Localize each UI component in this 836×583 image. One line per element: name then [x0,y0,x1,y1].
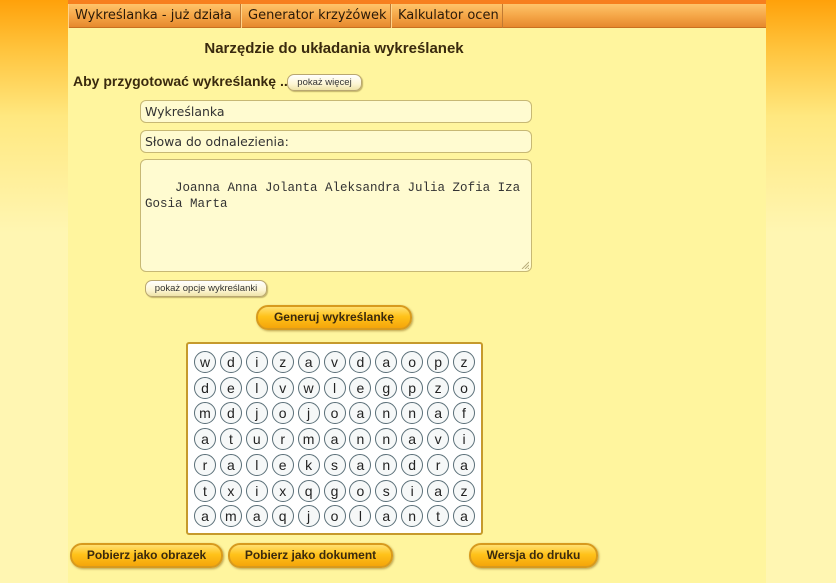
grid-cell: d [349,351,372,373]
grid-cell: p [401,376,424,399]
grid-cell: p [427,351,450,373]
words-textarea[interactable]: Joanna Anna Jolanta Aleksandra Julia Zof… [140,159,532,272]
grid-cell: g [375,376,398,399]
grid-cell: z [453,351,475,373]
intro-text: Aby przygotować wykreślankę ... [73,73,292,89]
top-navigation: Wykreślanka - już działa Generator krzyż… [68,4,766,28]
grid-cell: r [194,453,216,476]
grid-cell: a [349,453,372,476]
grid-cell: s [375,479,398,502]
grid-cell: n [401,505,424,528]
grid-cell: m [297,428,320,451]
grid-cell: q [297,479,320,502]
grid-cell: t [194,479,216,502]
show-options-button[interactable]: pokaż opcje wykreślanki [145,280,267,297]
grid-cell: a [375,505,398,528]
grid-cell: o [401,351,424,373]
show-more-button[interactable]: pokaż więcej [287,74,362,91]
grid-cell: i [245,479,268,502]
grid-cell: a [453,505,475,528]
page-title: Narzędzie do układania wykreślanek [204,40,464,57]
grid-cell: i [453,428,475,451]
grid-cell: i [401,479,424,502]
grid-cell: r [271,428,294,451]
grid-cell: n [375,453,398,476]
words-heading-input[interactable]: Słowa do odnalezienia: [140,130,532,153]
grid-cell: i [245,351,268,373]
grid-cell: a [427,402,450,425]
grid-cell: n [375,402,398,425]
grid-cell: a [245,505,268,528]
grid-cell: z [453,479,475,502]
grid-cell: w [297,376,320,399]
grid-cell: d [194,376,216,399]
grid-cell: a [427,479,450,502]
grid-cell: e [219,376,242,399]
resize-grip-icon[interactable] [521,261,529,269]
grid-cell: q [271,505,294,528]
grid-cell: r [427,453,450,476]
grid-cell: a [401,428,424,451]
print-version-button[interactable]: Wersja do druku [469,543,598,568]
words-textarea-content: Joanna Anna Jolanta Aleksandra Julia Zof… [145,181,521,211]
grid-cell: v [427,428,450,451]
grid-cell: t [219,428,242,451]
grid-cell: l [245,376,268,399]
grid-cell: e [349,376,372,399]
grid-cell: d [219,402,242,425]
grid-cell: v [323,351,346,373]
download-document-button[interactable]: Pobierz jako dokument [228,543,393,568]
grid-cell: a [219,453,242,476]
grid-cell: m [219,505,242,528]
grid-cell: v [271,376,294,399]
grid-cell: e [271,453,294,476]
grid-cell: z [427,376,450,399]
grid-cell: a [297,351,320,373]
grid-cell: l [349,505,372,528]
nav-item-generator-krzyzowek[interactable]: Generator krzyżówek [241,4,391,28]
puzzle-grid: wdizavdaopzdelvwlegpzomdjojoannafaturman… [186,342,483,535]
grid-cell: l [245,453,268,476]
grid-cell: x [219,479,242,502]
grid-cell: o [349,479,372,502]
grid-cell: k [297,453,320,476]
grid-cell: a [194,428,216,451]
grid-cell: w [194,351,216,373]
grid-cell: a [453,453,475,476]
grid-cell: a [323,428,346,451]
grid-cell: n [401,402,424,425]
grid-cell: t [427,505,450,528]
grid-cell: o [323,402,346,425]
grid-cell: x [271,479,294,502]
generate-button[interactable]: Generuj wykreślankę [256,305,412,330]
grid-cell: s [323,453,346,476]
puzzle-title-input[interactable]: Wykreślanka [140,100,532,123]
grid-cell: g [323,479,346,502]
nav-item-wykreslanka[interactable]: Wykreślanka - już działa [68,4,241,28]
grid-cell: d [401,453,424,476]
grid-cell: j [297,505,320,528]
grid-cell: o [453,376,475,399]
download-image-button[interactable]: Pobierz jako obrazek [70,543,223,568]
grid-cell: m [194,402,216,425]
grid-cell: j [245,402,268,425]
grid-cell: j [297,402,320,425]
grid-cell: u [245,428,268,451]
grid-cell: z [271,351,294,373]
grid-cell: a [375,351,398,373]
grid-cell: a [349,402,372,425]
grid-cell: l [323,376,346,399]
grid-cell: f [453,402,475,425]
grid-cell: n [375,428,398,451]
nav-item-kalkulator-ocen[interactable]: Kalkulator ocen [391,4,503,28]
grid-cell: o [323,505,346,528]
page-content: Wykreślanka - już działa Generator krzyż… [68,0,766,583]
grid-cell: a [194,505,216,528]
grid-cell: d [219,351,242,373]
grid-cell: n [349,428,372,451]
grid-cell: o [271,402,294,425]
